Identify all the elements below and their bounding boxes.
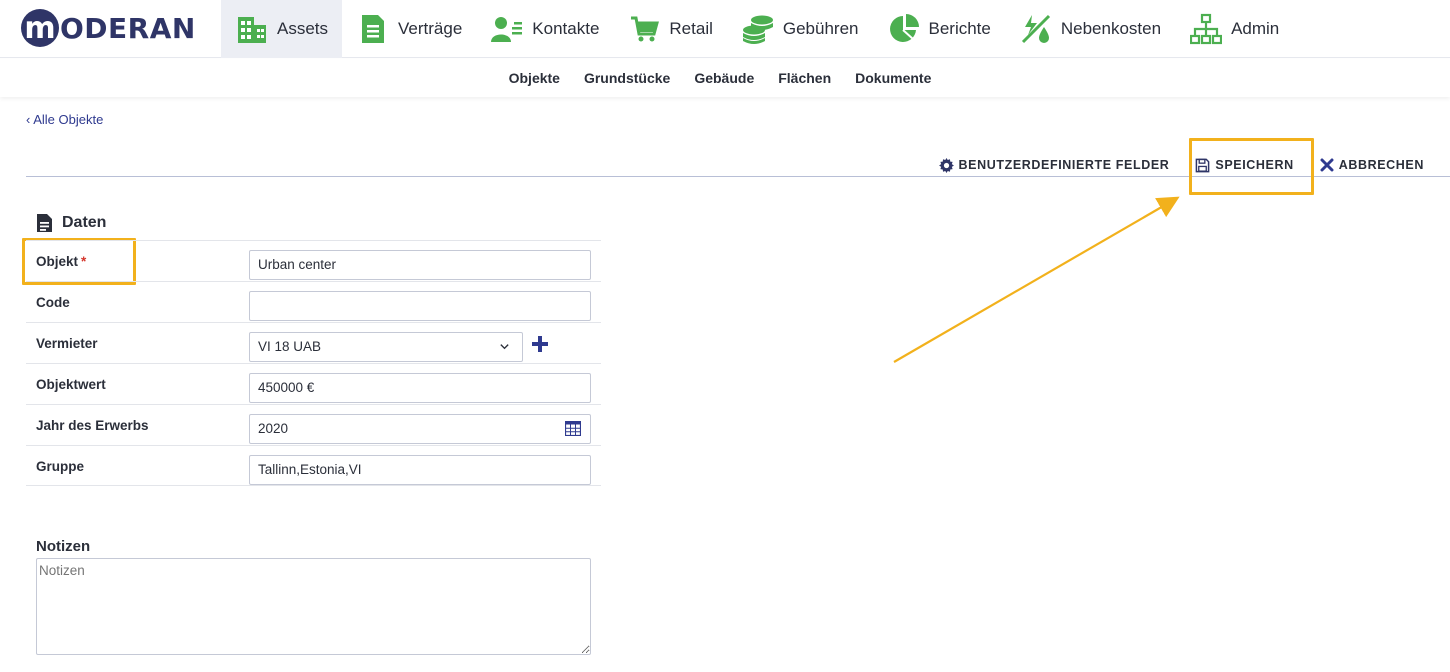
document-icon [356,12,390,46]
form-row-code: Code [26,281,601,322]
form-row-acquisition-year: Jahr des Erwerbs 2020 [26,404,601,445]
close-icon [1320,158,1334,172]
nav-label: Verträge [398,19,463,38]
group-label: Gruppe [36,459,85,474]
main-nav: Assets Verträge Kontakte Retail Gebühren [221,0,1293,58]
building-icon [235,12,269,46]
chevron-down-icon [500,344,509,350]
custom-fields-button[interactable]: BENUTZERDEFINIERTE FELDER [938,157,1170,173]
nav-label: Assets [277,19,329,38]
object-label: Objekt * [36,254,87,269]
sub-navigation: Objekte Grundstücke Gebäude Flächen Doku… [0,59,1450,97]
nav-item-berichte[interactable]: Berichte [873,0,1005,58]
code-input[interactable] [249,291,591,321]
coins-icon [741,12,775,46]
subnav-item-dokumente[interactable]: Dokumente [843,70,943,86]
object-name-input[interactable]: Urban center [249,250,591,280]
utilities-icon [1019,12,1053,46]
subnav-item-objekte[interactable]: Objekte [497,70,572,86]
document-icon [37,214,52,232]
logo-text: ODERAN [60,11,196,45]
logo-mark: m [21,9,59,47]
nav-label: Admin [1231,19,1280,38]
nav-label: Retail [669,19,713,38]
code-label: Code [36,295,70,310]
nav-item-nebenkosten[interactable]: Nebenkosten [1005,0,1175,58]
cart-icon [627,12,661,46]
acquisition-year-input[interactable]: 2020 [249,414,591,444]
pie-chart-icon [887,12,921,46]
back-to-all-objects-link[interactable]: ‹ Alle Objekte [26,112,103,127]
gear-icon [938,157,954,173]
nav-item-retail[interactable]: Retail [613,0,726,58]
nav-item-admin[interactable]: Admin [1175,0,1293,58]
landlord-label: Vermieter [36,336,98,351]
form-row-object: Objekt * Urban center [26,240,601,281]
form-row-landlord: Vermieter VI 18 UAB [26,322,601,363]
nav-item-vertraege[interactable]: Verträge [342,0,476,58]
subnav-item-flaechen[interactable]: Flächen [766,70,843,86]
form-toolbar: BENUTZERDEFINIERTE FELDER SPEICHERN ABBR… [938,152,1424,178]
subnav-item-gebaeude[interactable]: Gebäude [682,70,766,86]
cancel-button[interactable]: ABBRECHEN [1320,158,1424,172]
notes-label: Notizen [36,538,91,555]
landlord-select[interactable]: VI 18 UAB [249,332,523,362]
form-row-object-value: Objektwert 450000 € [26,363,601,404]
form-row-group: Gruppe Tallinn,Estonia,VI [26,445,601,486]
notes-textarea[interactable] [36,558,591,655]
object-form: Objekt * Urban center Code Vermieter VI 1… [26,240,601,486]
nav-label: Nebenkosten [1060,19,1162,38]
section-title-label: Daten [62,214,107,231]
nav-label: Gebühren [782,19,859,38]
top-navigation-bar: m ODERAN Assets Verträge Kontakte Retail… [0,0,1450,58]
acquisition-year-value: 2020 [258,421,289,436]
moderan-logo[interactable]: m ODERAN [21,8,196,48]
save-button-highlight [1189,138,1314,195]
object-value-label: Objektwert [36,377,106,392]
section-title-daten: Daten [36,213,106,233]
nav-label: Berichte [928,19,991,38]
group-input[interactable]: Tallinn,Estonia,VI [249,455,591,485]
subnav-item-grundstuecke[interactable]: Grundstücke [572,70,682,86]
nav-label: Kontakte [532,19,600,38]
add-landlord-plus-icon[interactable] [531,335,549,353]
landlord-selected-value: VI 18 UAB [258,339,322,354]
custom-fields-label: BENUTZERDEFINIERTE FELDER [958,158,1170,172]
nav-item-kontakte[interactable]: Kontakte [476,0,613,58]
org-chart-icon [1189,12,1223,46]
acquisition-year-label: Jahr des Erwerbs [36,418,149,433]
required-marker: * [81,254,87,269]
nav-item-gebuehren[interactable]: Gebühren [727,0,873,58]
calendar-icon[interactable] [565,421,581,436]
object-value-input[interactable]: 450000 € [249,373,591,403]
cancel-label: ABBRECHEN [1338,158,1424,172]
contacts-icon [490,12,524,46]
nav-item-assets[interactable]: Assets [221,0,343,58]
